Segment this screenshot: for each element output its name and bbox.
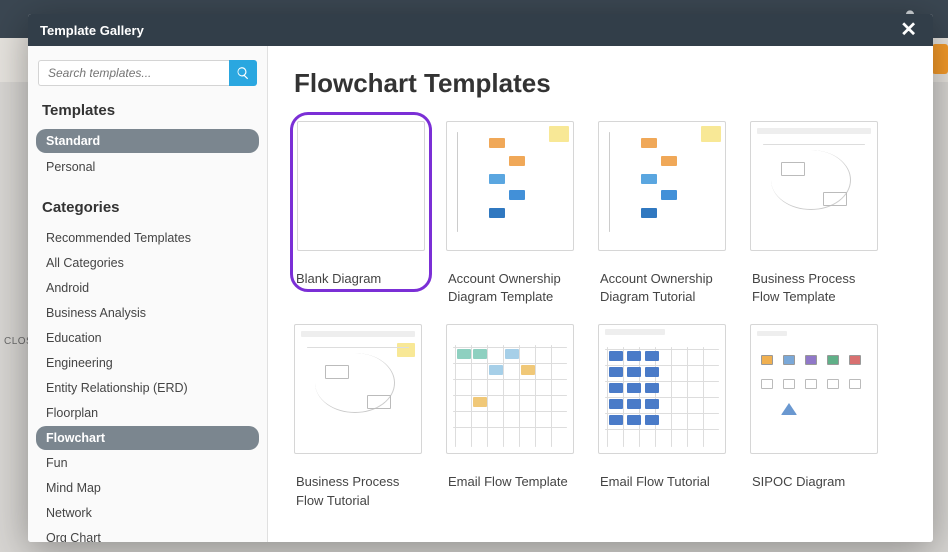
page-title: Flowchart Templates (294, 68, 907, 99)
template-card[interactable]: Account Ownership Diagram Tutorial (598, 121, 736, 306)
category-item[interactable]: Android (36, 276, 259, 300)
category-item[interactable]: Fun (36, 451, 259, 475)
template-type-list: StandardPersonal (28, 129, 267, 199)
category-item[interactable]: Entity Relationship (ERD) (36, 376, 259, 400)
category-item[interactable]: Mind Map (36, 476, 259, 500)
template-thumbnail (750, 121, 878, 251)
category-item[interactable]: Network (36, 501, 259, 525)
template-label: Email Flow Tutorial (598, 473, 736, 491)
search-icon (236, 66, 250, 80)
category-item[interactable]: Business Analysis (36, 301, 259, 325)
templates-heading: Templates (28, 102, 267, 129)
template-label: Business Process Flow Tutorial (294, 473, 432, 509)
template-thumbnail (446, 121, 574, 251)
close-icon[interactable]: ✕ (896, 18, 921, 42)
template-type-standard[interactable]: Standard (36, 129, 259, 153)
category-item[interactable]: Education (36, 326, 259, 350)
category-item[interactable]: All Categories (36, 251, 259, 275)
category-item[interactable]: Engineering (36, 351, 259, 375)
template-thumbnail (598, 324, 726, 454)
category-list: Recommended TemplatesAll CategoriesAndro… (28, 226, 267, 542)
template-label: Business Process Flow Template (750, 270, 888, 306)
template-label: Account Ownership Diagram Tutorial (598, 270, 736, 306)
template-label: Account Ownership Diagram Template (446, 270, 584, 306)
template-card[interactable]: Account Ownership Diagram Template (446, 121, 584, 306)
template-card[interactable]: Email Flow Template (446, 324, 584, 509)
categories-heading: Categories (28, 199, 267, 226)
search-input[interactable] (38, 60, 229, 86)
template-card[interactable]: Business Process Flow Tutorial (294, 324, 432, 509)
template-thumbnail (294, 324, 422, 454)
template-type-personal[interactable]: Personal (36, 155, 259, 179)
template-label: Email Flow Template (446, 473, 584, 491)
template-thumbnail (750, 324, 878, 454)
template-grid: Blank Diagram Account Ownership Diagram T… (294, 121, 907, 510)
template-gallery-modal: Template Gallery ✕ Templates StandardPer… (28, 14, 933, 542)
search-button[interactable] (229, 60, 257, 86)
template-card[interactable]: SIPOC Diagram (750, 324, 888, 509)
category-item[interactable]: Org Chart (36, 526, 259, 542)
template-label: SIPOC Diagram (750, 473, 888, 491)
template-thumbnail (446, 324, 574, 454)
main-panel: Flowchart Templates Blank Diagram Account… (268, 46, 933, 542)
category-item[interactable]: Recommended Templates (36, 226, 259, 250)
bg-orange-button (932, 44, 948, 74)
modal-title: Template Gallery (40, 23, 144, 38)
template-thumbnail (598, 121, 726, 251)
modal-titlebar: Template Gallery ✕ (28, 14, 933, 46)
sidebar: Templates StandardPersonal Categories Re… (28, 46, 268, 542)
template-thumbnail (297, 121, 425, 251)
template-card[interactable]: Blank Diagram (294, 121, 432, 306)
category-item[interactable]: Flowchart (36, 426, 259, 450)
template-card[interactable]: Email Flow Tutorial (598, 324, 736, 509)
category-item[interactable]: Floorplan (36, 401, 259, 425)
template-card[interactable]: Business Process Flow Template (750, 121, 888, 306)
